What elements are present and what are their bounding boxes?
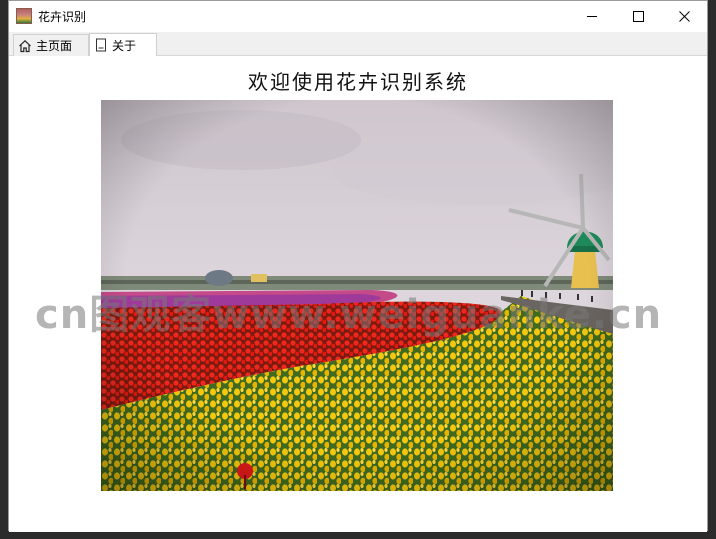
- app-window: 花卉识别 主页面 关于 欢迎使用花卉识别系统 cn图观客www.weiguank…: [8, 0, 708, 532]
- tab-home-label: 主页面: [36, 39, 73, 53]
- tab-bar: 主页面 关于: [9, 32, 707, 57]
- window-title: 花卉识别: [38, 10, 87, 24]
- document-icon: [96, 38, 106, 52]
- close-icon: [678, 11, 690, 22]
- minimize-button[interactable]: [569, 1, 615, 32]
- flower-photo-icon: [16, 8, 32, 24]
- tab-about[interactable]: 关于: [89, 33, 157, 57]
- minimize-icon: [587, 16, 597, 17]
- page-title: 欢迎使用花卉识别系统: [248, 70, 468, 94]
- close-button[interactable]: [661, 1, 707, 32]
- background-ide: [0, 0, 8, 539]
- maximize-button[interactable]: [615, 1, 661, 32]
- home-icon: [19, 39, 31, 52]
- watermark-text: cn图观客www.weiguanke.cn: [35, 292, 663, 338]
- tab-about-label: 关于: [112, 38, 137, 53]
- maximize-icon: [632, 11, 644, 22]
- tab-home[interactable]: 主页面: [13, 34, 89, 56]
- title-bar[interactable]: 花卉识别: [9, 1, 707, 32]
- about-page: 欢迎使用花卉识别系统 cn图观客www.weiguanke.cn: [9, 56, 707, 532]
